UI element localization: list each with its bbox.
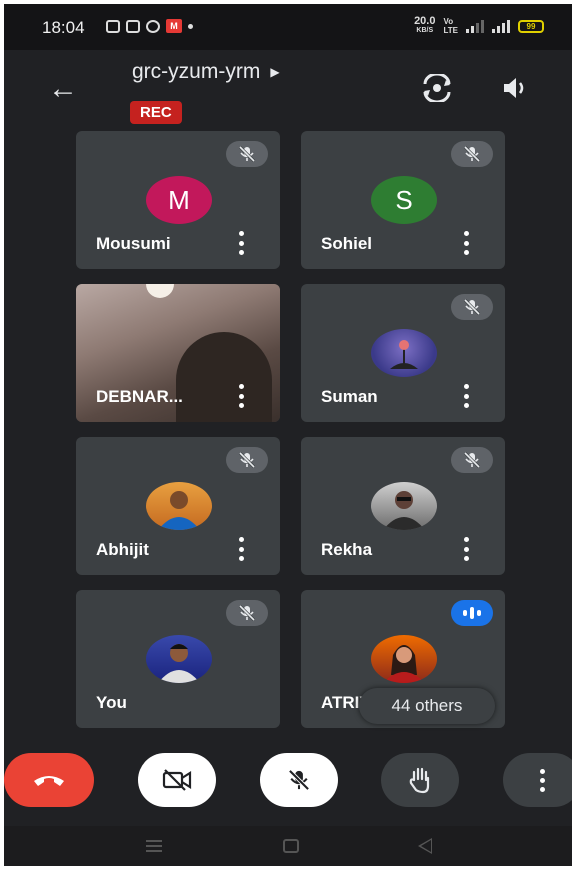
participant-tile[interactable]: Abhijit — [76, 437, 280, 575]
participant-name: Rekha — [321, 540, 373, 559]
volte-icon: Vo LTE — [443, 17, 458, 35]
self-tile[interactable]: You — [76, 590, 280, 728]
raise-hand-button[interactable] — [381, 753, 459, 807]
battery-icon: 99 — [518, 19, 544, 33]
participant-tile[interactable]: Rekha — [301, 437, 505, 575]
camera-toggle-button[interactable] — [138, 753, 216, 807]
participant-tile[interactable]: S Sohiel — [301, 131, 505, 269]
signal-4g-icon — [466, 19, 484, 33]
mic-off-icon — [226, 141, 268, 167]
speaking-indicator-icon — [451, 600, 493, 626]
more-options-icon[interactable] — [236, 537, 246, 561]
video-notification-icon — [106, 19, 120, 33]
jio-notification-icon — [146, 19, 160, 33]
kebab-icon — [539, 768, 545, 792]
system-nav-bar — [4, 826, 572, 866]
camera-off-icon — [162, 769, 192, 791]
back-arrow-icon[interactable]: ← — [48, 74, 78, 104]
signal-icon — [492, 19, 510, 33]
status-time: 18:04 — [42, 18, 85, 37]
more-options-button[interactable] — [503, 753, 572, 807]
more-notifications-icon — [188, 23, 193, 29]
participant-name: Suman — [321, 387, 378, 406]
participant-name: DEBNAR... — [96, 387, 183, 406]
ceiling-light — [146, 284, 174, 298]
hand-icon — [409, 767, 430, 794]
avatar-photo — [146, 482, 212, 530]
speed-value: 20.0 — [414, 15, 436, 27]
mic-off-icon — [226, 600, 268, 626]
participant-video-tile[interactable]: DEBNAR... — [76, 284, 280, 422]
switch-camera-icon[interactable] — [420, 74, 454, 102]
avatar-photo — [371, 635, 437, 683]
avatar-photo — [371, 482, 437, 530]
home-icon[interactable] — [283, 839, 299, 853]
more-options-icon[interactable] — [461, 384, 471, 408]
meeting-title[interactable]: grc-yzum-yrm ▶ — [132, 60, 280, 84]
others-chip[interactable]: 44 others — [359, 688, 495, 724]
participant-name: Sohiel — [321, 234, 373, 253]
mail-notification-icon: M — [166, 19, 182, 33]
mic-off-icon — [451, 447, 493, 473]
mic-off-icon — [451, 141, 493, 167]
speed-unit: KB/S — [416, 27, 434, 34]
more-options-icon[interactable] — [461, 537, 471, 561]
participant-tile[interactable]: M Mousumi — [76, 131, 280, 269]
system-status: 20.0 KB/S Vo LTE 99 — [414, 15, 544, 35]
status-bar: 18:04 M 20.0 KB/S Vo LTE 99 — [4, 4, 572, 50]
mic-toggle-button[interactable] — [260, 753, 338, 807]
end-call-button[interactable] — [4, 753, 94, 807]
avatar: M — [146, 176, 212, 224]
more-options-icon[interactable] — [236, 231, 246, 255]
play-triangle-icon: ▶ — [270, 65, 280, 79]
more-options-icon[interactable] — [461, 231, 471, 255]
participant-tile[interactable]: Suman — [301, 284, 505, 422]
rec-badge: REC — [130, 101, 182, 124]
notification-icons: M — [106, 19, 193, 33]
recents-icon[interactable] — [146, 840, 162, 852]
meet-screen: 18:04 M 20.0 KB/S Vo LTE 99 ← grc-yzum-yr… — [4, 4, 572, 866]
more-options-icon[interactable] — [236, 384, 246, 408]
person-silhouette — [176, 332, 272, 422]
speaker-icon[interactable] — [498, 74, 532, 102]
participant-name: Mousumi — [96, 234, 171, 253]
avatar-flower-photo — [371, 329, 437, 377]
hang-up-icon — [34, 776, 64, 786]
participant-name: Abhijit — [96, 540, 149, 559]
news-notification-icon — [126, 19, 140, 33]
avatar-photo — [146, 635, 212, 683]
participant-name: You — [96, 693, 127, 712]
mic-off-icon — [226, 447, 268, 473]
back-icon[interactable] — [418, 838, 432, 854]
mic-off-icon — [288, 769, 310, 791]
network-speed: 20.0 KB/S — [414, 15, 436, 35]
avatar: S — [371, 176, 437, 224]
mic-off-icon — [451, 294, 493, 320]
meeting-code: grc-yzum-yrm — [132, 60, 261, 83]
